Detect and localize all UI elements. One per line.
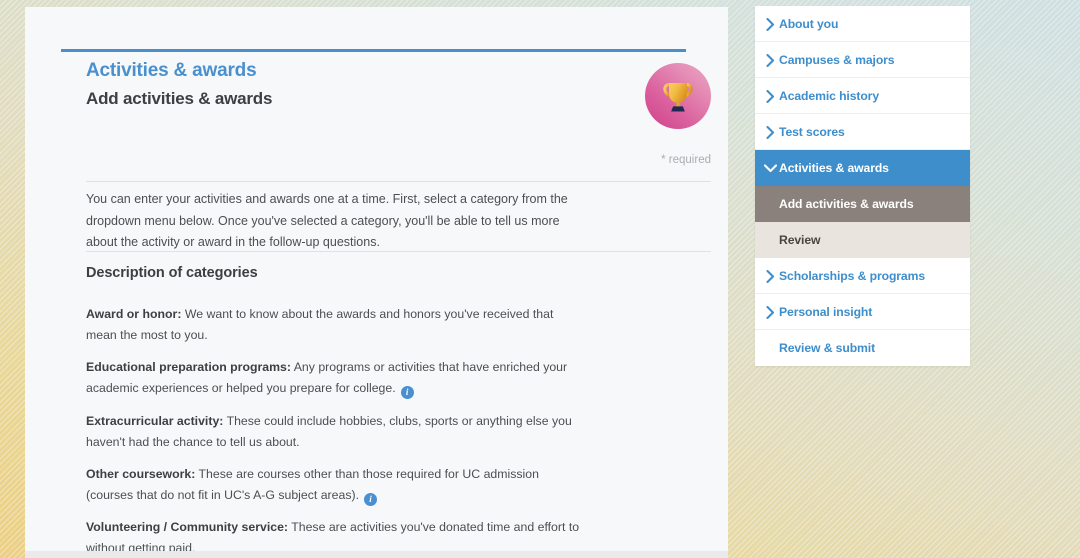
main-content-card: Activities & awards Add activities & awa… bbox=[25, 7, 728, 558]
section-heading: Description of categories bbox=[86, 265, 258, 281]
sidebar-item-review[interactable]: Review bbox=[755, 222, 970, 258]
page-eyebrow: Activities & awards bbox=[86, 60, 257, 81]
sidebar-item-label: Scholarships & programs bbox=[779, 268, 926, 283]
chevron-right-icon bbox=[763, 78, 777, 114]
category-term: Educational preparation programs: bbox=[86, 360, 291, 375]
sidebar-item-label: Campuses & majors bbox=[779, 52, 895, 67]
category-term: Other coursework: bbox=[86, 466, 196, 481]
category-term: Volunteering / Community service: bbox=[86, 520, 289, 535]
sidebar-item-label: Activities & awards bbox=[779, 160, 889, 175]
sidebar-item-add-activities-awards[interactable]: Add activities & awards bbox=[755, 186, 970, 222]
sidebar-item-review-submit[interactable]: Review & submit bbox=[755, 330, 970, 366]
sidebar-item-personal-insight[interactable]: Personal insight bbox=[755, 294, 970, 330]
chevron-right-icon bbox=[763, 258, 777, 294]
intro-paragraph: You can enter your activities and awards… bbox=[86, 192, 568, 249]
category-item: Extracurricular activity: These could in… bbox=[86, 411, 586, 453]
application-sidebar-nav: About you Campuses & majors Academic histo… bbox=[755, 6, 970, 366]
sidebar-item-label: Test scores bbox=[779, 124, 845, 139]
sidebar-item-label: Add activities & awards bbox=[779, 196, 914, 211]
sidebar-item-test-scores[interactable]: Test scores bbox=[755, 114, 970, 150]
sidebar-item-activities-awards[interactable]: Activities & awards bbox=[755, 150, 970, 186]
divider-mid bbox=[86, 251, 711, 252]
card-footer-strip bbox=[25, 551, 728, 558]
accent-rule bbox=[61, 49, 686, 52]
sidebar-item-label: Academic history bbox=[779, 88, 880, 103]
trophy-icon bbox=[645, 63, 711, 129]
sidebar-item-scholarships-programs[interactable]: Scholarships & programs bbox=[755, 258, 970, 294]
chevron-right-icon bbox=[763, 114, 777, 150]
chevron-right-icon bbox=[763, 6, 777, 42]
category-item: Award or honor: We want to know about th… bbox=[86, 304, 586, 346]
category-description-list: Award or honor: We want to know about th… bbox=[86, 304, 586, 558]
divider-top bbox=[86, 181, 711, 182]
category-term: Award or honor: bbox=[86, 307, 182, 321]
info-icon[interactable]: i bbox=[400, 386, 414, 400]
chevron-right-icon bbox=[763, 294, 777, 330]
info-icon[interactable]: i bbox=[364, 492, 377, 506]
category-item: Educational preparation programs: Any pr… bbox=[86, 357, 586, 400]
chevron-down-icon bbox=[763, 150, 777, 186]
sidebar-item-label: Review & submit bbox=[779, 341, 876, 355]
page-title: Add activities & awards bbox=[86, 88, 273, 108]
sidebar-item-label: About you bbox=[779, 16, 839, 31]
category-term: Extracurricular activity: bbox=[86, 413, 224, 428]
chevron-right-icon bbox=[763, 42, 777, 78]
sidebar-item-label: Personal insight bbox=[779, 304, 873, 319]
sidebar-item-academic-history[interactable]: Academic history bbox=[755, 78, 970, 114]
required-note: * required bbox=[661, 154, 711, 166]
page-header: Activities & awards Add activities & awa… bbox=[86, 59, 626, 111]
category-item: Other coursework: These are courses othe… bbox=[86, 464, 586, 506]
sidebar-item-campuses-majors[interactable]: Campuses & majors bbox=[755, 42, 970, 78]
sidebar-item-about-you[interactable]: About you bbox=[755, 6, 970, 42]
sidebar-item-label: Review bbox=[779, 232, 821, 247]
